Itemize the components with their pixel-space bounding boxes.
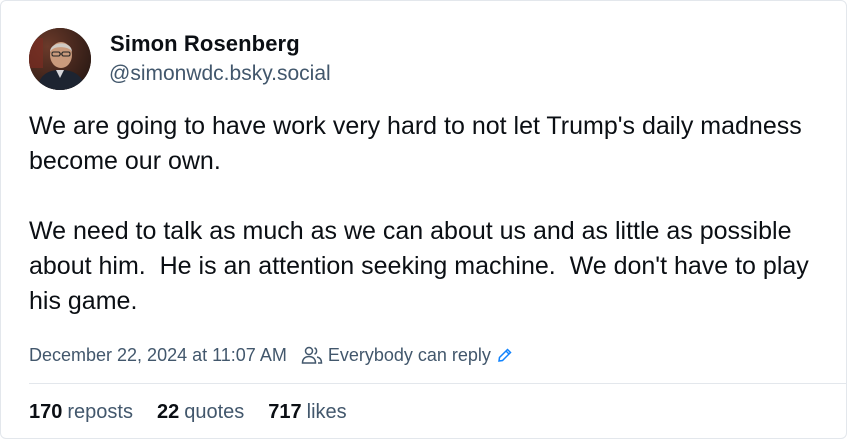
people-icon — [301, 345, 323, 365]
avatar[interactable] — [29, 28, 91, 90]
likes-count: 717 — [268, 401, 302, 423]
post-timestamp[interactable]: December 22, 2024 at 11:07 AM — [29, 345, 287, 366]
post-paragraph: We need to talk as much as we can about … — [29, 217, 816, 315]
quotes-count: 22 — [156, 401, 180, 423]
quotes-stat[interactable]: 22 quotes — [157, 401, 244, 424]
reposts-count: 170 — [29, 401, 63, 423]
divider — [29, 383, 846, 384]
reply-settings-label: Everybody can reply — [327, 344, 491, 365]
author-display-name[interactable]: Simon Rosenberg — [110, 31, 300, 57]
post-card: Simon Rosenberg @simonwdc.bsky.social We… — [0, 0, 847, 439]
reply-settings[interactable]: Everybody can reply — [301, 345, 513, 366]
post-paragraph: We are going to have work very hard to n… — [29, 112, 809, 175]
likes-label: likes — [306, 401, 347, 423]
engagement-stats: 170 reposts 22 quotes 717 likes — [29, 401, 371, 424]
reposts-stat[interactable]: 170 reposts — [29, 401, 133, 424]
post-meta: December 22, 2024 at 11:07 AM Everybody … — [29, 343, 513, 367]
reposts-label: reposts — [67, 401, 133, 423]
likes-stat[interactable]: 717 likes — [268, 401, 346, 424]
author-handle[interactable]: @simonwdc.bsky.social — [109, 62, 331, 86]
avatar-image — [29, 28, 91, 90]
post-body: We are going to have work very hard to n… — [29, 109, 829, 319]
pencil-icon[interactable] — [497, 347, 513, 363]
quotes-label: quotes — [184, 401, 245, 423]
